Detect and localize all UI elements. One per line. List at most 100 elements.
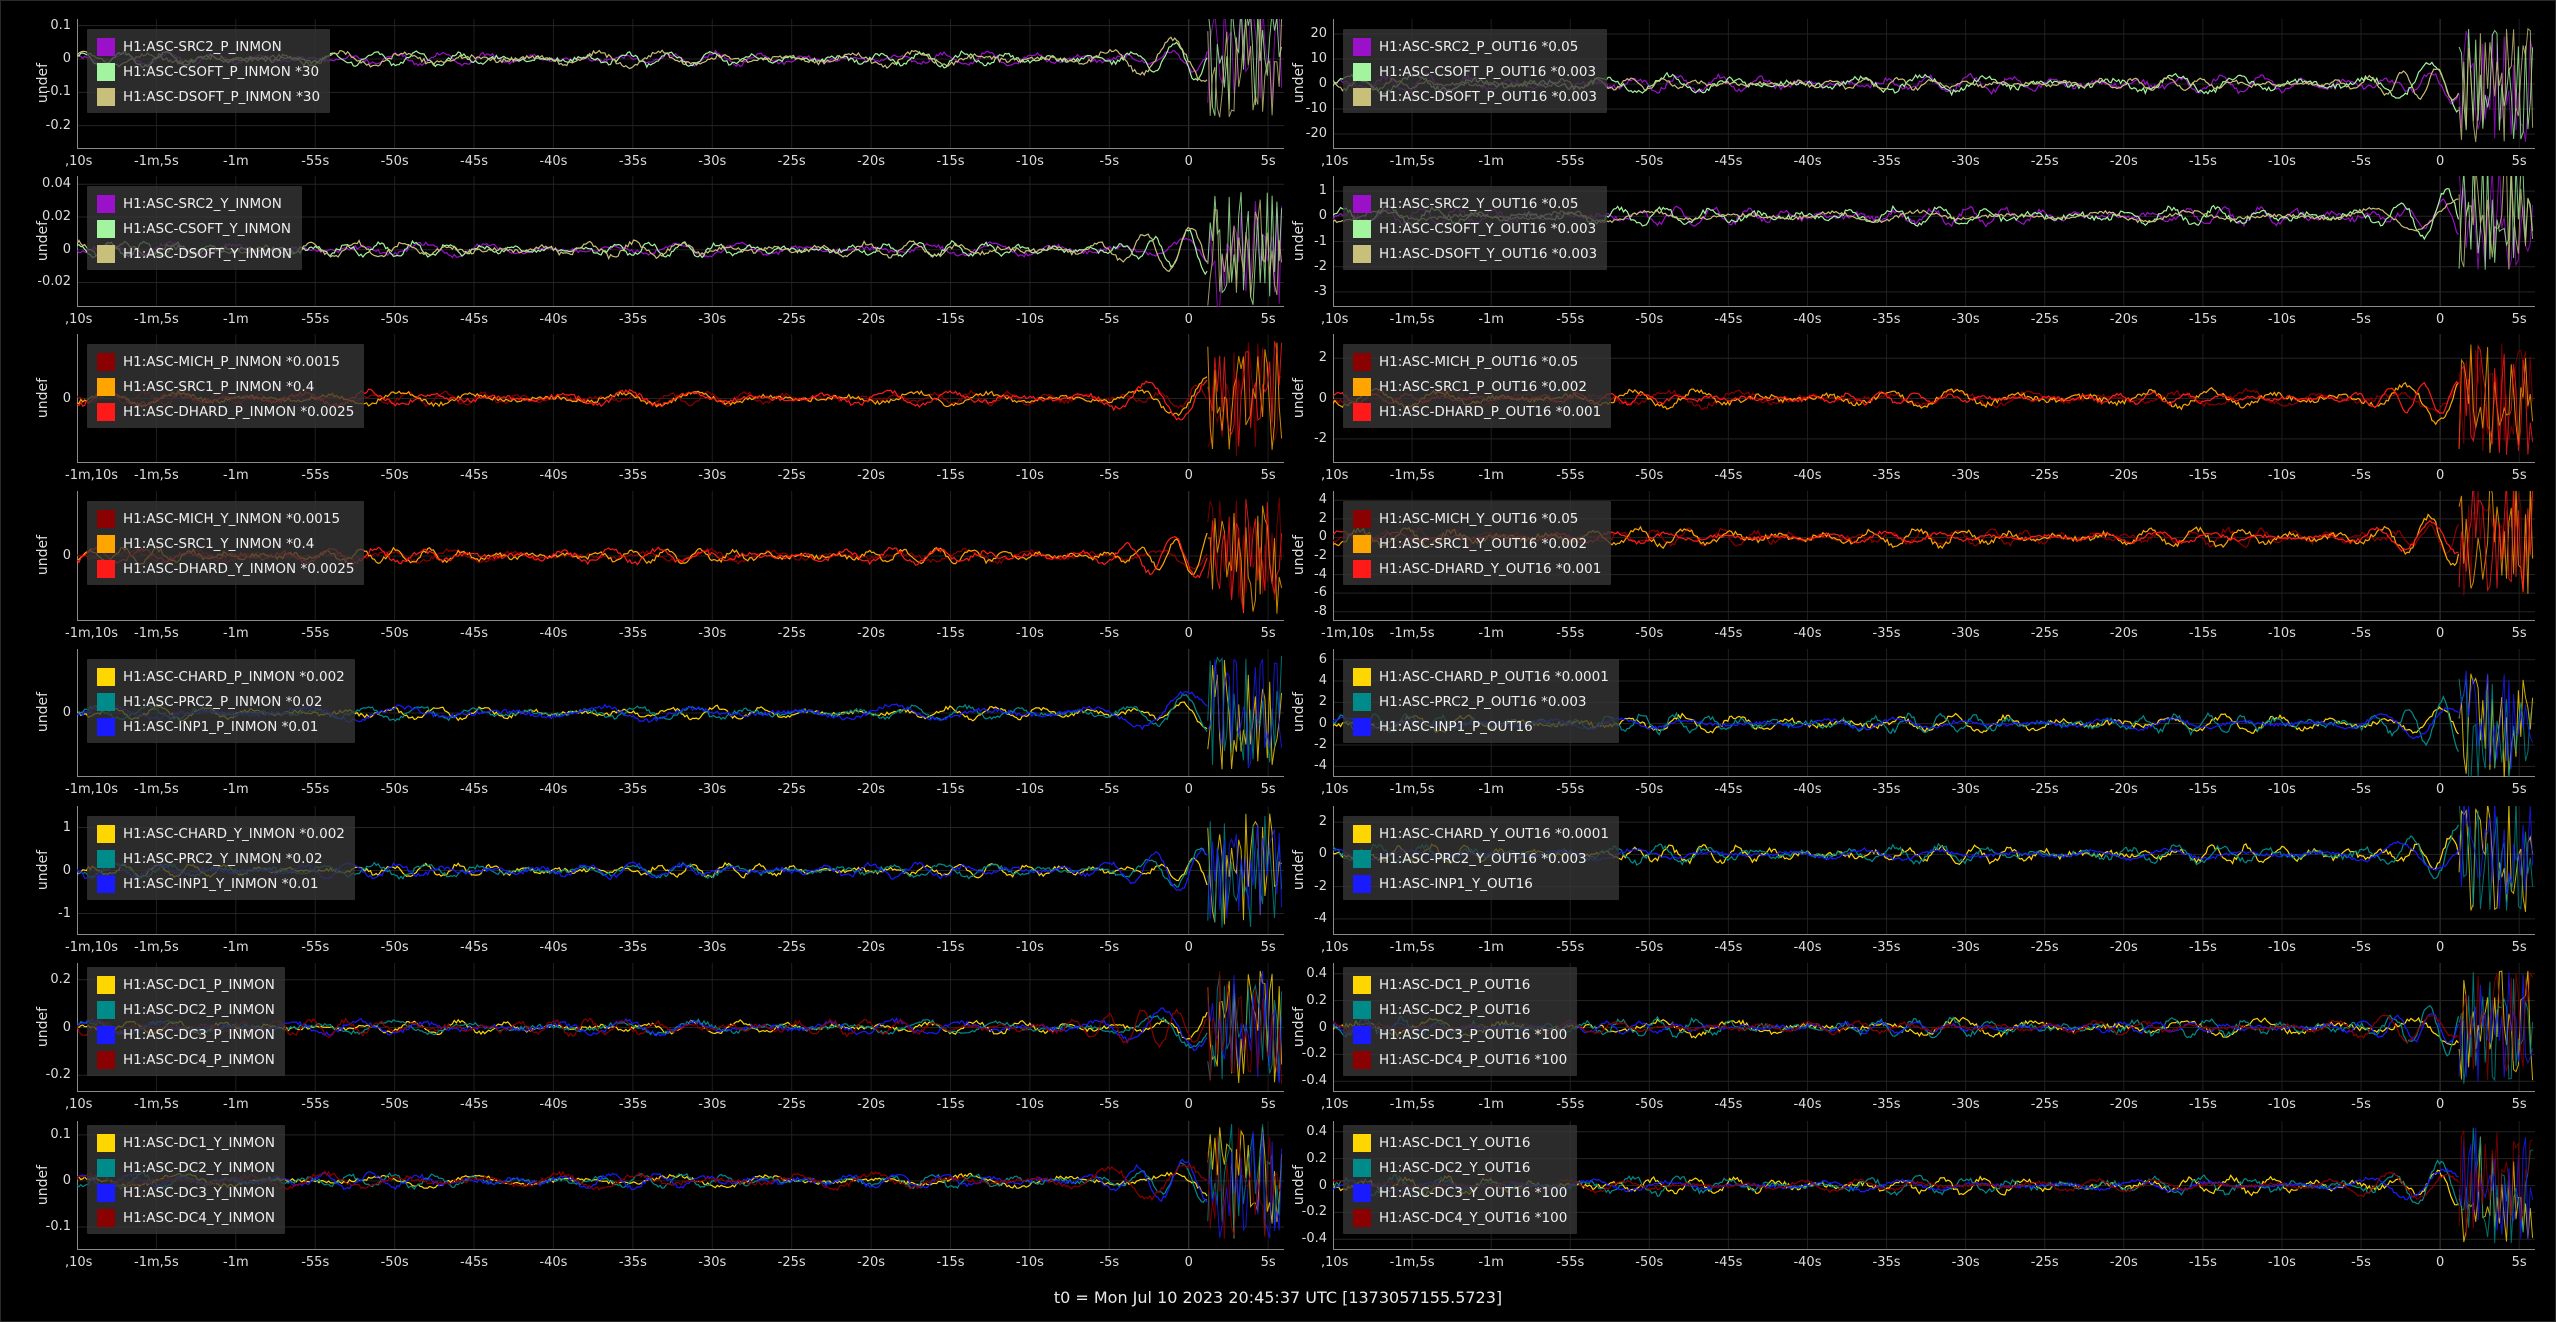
y-tick-label: -1 [58, 905, 71, 921]
legend-item[interactable]: H1:ASC-PRC2_P_OUT16 *0.003 [1353, 689, 1609, 714]
legend-item[interactable]: H1:ASC-MICH_P_INMON *0.0015 [97, 349, 354, 374]
legend-item[interactable]: H1:ASC-DC3_P_OUT16 *100 [1353, 1022, 1567, 1047]
x-tick-label: -1m [222, 312, 249, 327]
legend-item[interactable]: H1:ASC-MICH_Y_INMON *0.0015 [97, 506, 354, 531]
x-tick-label: -40s [539, 1097, 568, 1112]
legend-item[interactable]: H1:ASC-DC4_P_OUT16 *100 [1353, 1047, 1567, 1072]
legend-item[interactable]: H1:ASC-PRC2_P_INMON *0.02 [97, 689, 345, 714]
legend-item[interactable]: H1:ASC-DC3_Y_INMON [97, 1180, 275, 1205]
legend: H1:ASC-DC1_P_INMON H1:ASC-DC2_P_INMON H1:A… [87, 967, 285, 1076]
legend-swatch [1353, 1000, 1371, 1019]
x-tick-label: -35s [618, 154, 647, 169]
x-tick-label: -25s [777, 940, 806, 955]
x-tick-label: -15s [2188, 468, 2217, 483]
legend-item[interactable]: H1:ASC-SRC2_P_OUT16 *0.05 [1353, 34, 1597, 59]
x-tick-label: -50s [1635, 1255, 1664, 1270]
x-tick-label: ,10s [1321, 940, 1349, 955]
legend-item[interactable]: H1:ASC-SRC1_Y_INMON *0.4 [97, 531, 354, 556]
x-tick-label: -1m [1478, 154, 1504, 169]
legend-item[interactable]: H1:ASC-DSOFT_Y_INMON [97, 241, 292, 266]
x-tick-label: ,10s [1321, 154, 1349, 169]
x-tick-label: -1m,5s [1389, 940, 1435, 955]
legend-item[interactable]: H1:ASC-DHARD_Y_INMON *0.0025 [97, 556, 354, 581]
x-tick-label: -1m [222, 940, 249, 955]
y-tick-label: -0.2 [1301, 1046, 1327, 1062]
legend-item[interactable]: H1:ASC-SRC2_Y_INMON [97, 191, 292, 216]
legend-item[interactable]: H1:ASC-SRC2_P_INMON [97, 34, 320, 59]
legend-item[interactable]: H1:ASC-SRC1_Y_OUT16 *0.002 [1353, 531, 1601, 556]
legend-swatch [97, 37, 115, 56]
legend-item[interactable]: H1:ASC-DSOFT_P_OUT16 *0.003 [1353, 84, 1597, 109]
legend-swatch [97, 352, 115, 371]
x-tick-label: -40s [539, 940, 568, 955]
legend-item[interactable]: H1:ASC-DSOFT_Y_OUT16 *0.003 [1353, 241, 1597, 266]
x-tick-label: -25s [2030, 782, 2059, 797]
legend-item[interactable]: H1:ASC-DC1_Y_OUT16 [1353, 1130, 1567, 1155]
legend-item[interactable]: H1:ASC-DHARD_P_INMON *0.0025 [97, 399, 354, 424]
legend-item[interactable]: H1:ASC-DHARD_Y_OUT16 *0.001 [1353, 556, 1601, 581]
legend-item[interactable]: H1:ASC-DSOFT_P_INMON *30 [97, 84, 320, 109]
legend-item[interactable]: H1:ASC-CHARD_Y_INMON *0.002 [97, 821, 345, 846]
legend-item[interactable]: H1:ASC-SRC1_P_INMON *0.4 [97, 374, 354, 399]
x-tick-label: -55s [301, 1097, 330, 1112]
legend-item[interactable]: H1:ASC-DC1_P_INMON [97, 972, 275, 997]
x-tick-label: -30s [1951, 468, 1980, 483]
legend-item[interactable]: H1:ASC-CHARD_P_OUT16 *0.0001 [1353, 664, 1609, 689]
legend-swatch [97, 667, 115, 686]
legend-item[interactable]: H1:ASC-PRC2_Y_OUT16 *0.003 [1353, 846, 1609, 871]
legend-item[interactable]: H1:ASC-DHARD_P_OUT16 *0.001 [1353, 399, 1601, 424]
legend-item[interactable]: H1:ASC-DC3_Y_OUT16 *100 [1353, 1180, 1567, 1205]
legend-item[interactable]: H1:ASC-CSOFT_Y_INMON [97, 216, 292, 241]
legend-item[interactable]: H1:ASC-DC2_Y_INMON [97, 1155, 275, 1180]
legend-item[interactable]: H1:ASC-CSOFT_P_INMON *30 [97, 59, 320, 84]
x-tick-label: -50s [380, 154, 409, 169]
y-tick-label: 0.2 [1306, 1150, 1327, 1166]
legend-item[interactable]: H1:ASC-DC2_P_OUT16 [1353, 997, 1567, 1022]
legend-item[interactable]: H1:ASC-DC4_P_INMON [97, 1047, 275, 1072]
x-tick-label: -1m [222, 626, 249, 641]
legend: H1:ASC-SRC2_P_OUT16 *0.05 H1:ASC-CSOFT_P_… [1343, 29, 1608, 113]
legend-item[interactable]: H1:ASC-MICH_P_OUT16 *0.05 [1353, 349, 1601, 374]
legend-item[interactable]: H1:ASC-INP1_Y_OUT16 [1353, 871, 1609, 896]
legend-item[interactable]: H1:ASC-SRC2_Y_OUT16 *0.05 [1353, 191, 1597, 216]
y-tick-label: 0 [1318, 208, 1327, 224]
legend-item[interactable]: H1:ASC-DC3_P_INMON [97, 1022, 275, 1047]
x-tick-label: -1m,10s [65, 940, 119, 955]
x-tick-label: -30s [698, 1255, 727, 1270]
x-tick-label: -25s [2030, 1097, 2059, 1112]
x-tick-label: -40s [539, 154, 568, 169]
legend-item[interactable]: H1:ASC-DC2_P_INMON [97, 997, 275, 1022]
legend-item[interactable]: H1:ASC-CSOFT_Y_OUT16 *0.003 [1353, 216, 1597, 241]
legend-item[interactable]: H1:ASC-DC1_P_OUT16 [1353, 972, 1567, 997]
x-tick-label: -20s [2109, 782, 2138, 797]
x-tick-label: -1m,5s [1389, 154, 1435, 169]
legend-item[interactable]: H1:ASC-CHARD_P_INMON *0.002 [97, 664, 345, 689]
x-tick-label: -15s [936, 1097, 965, 1112]
legend-item[interactable]: H1:ASC-SRC1_P_OUT16 *0.002 [1353, 374, 1601, 399]
x-tick-label: -30s [1951, 940, 1980, 955]
x-tick-label: -55s [1556, 1097, 1585, 1112]
legend-item[interactable]: H1:ASC-INP1_P_INMON *0.01 [97, 714, 345, 739]
legend-swatch [97, 1050, 115, 1069]
y-tick-label: -6 [1314, 585, 1327, 601]
x-tick-label: -50s [1635, 782, 1664, 797]
legend-item[interactable]: H1:ASC-PRC2_Y_INMON *0.02 [97, 846, 345, 871]
legend-item[interactable]: H1:ASC-INP1_P_OUT16 [1353, 714, 1609, 739]
x-tick-label: -1m,5s [1389, 1255, 1435, 1270]
legend-swatch [97, 975, 115, 994]
y-tick-label: 0.4 [1306, 1123, 1327, 1139]
x-tick-label: -35s [1872, 626, 1901, 641]
legend-item[interactable]: H1:ASC-DC2_Y_OUT16 [1353, 1155, 1567, 1180]
legend-item[interactable]: H1:ASC-DC4_Y_INMON [97, 1205, 275, 1230]
x-tick-label: -45s [1714, 1255, 1743, 1270]
legend-item[interactable]: H1:ASC-MICH_Y_OUT16 *0.05 [1353, 506, 1601, 531]
x-tick-label: -25s [2030, 1255, 2059, 1270]
legend-item[interactable]: H1:ASC-INP1_Y_INMON *0.01 [97, 871, 345, 896]
x-tick-label: -25s [2030, 312, 2059, 327]
x-tick-label: -1m [1478, 312, 1504, 327]
legend-item[interactable]: H1:ASC-CHARD_Y_OUT16 *0.0001 [1353, 821, 1609, 846]
x-tick-label: -1m [222, 468, 249, 483]
legend-item[interactable]: H1:ASC-CSOFT_P_OUT16 *0.003 [1353, 59, 1597, 84]
legend-item[interactable]: H1:ASC-DC1_Y_INMON [97, 1130, 275, 1155]
legend-item[interactable]: H1:ASC-DC4_Y_OUT16 *100 [1353, 1205, 1567, 1230]
